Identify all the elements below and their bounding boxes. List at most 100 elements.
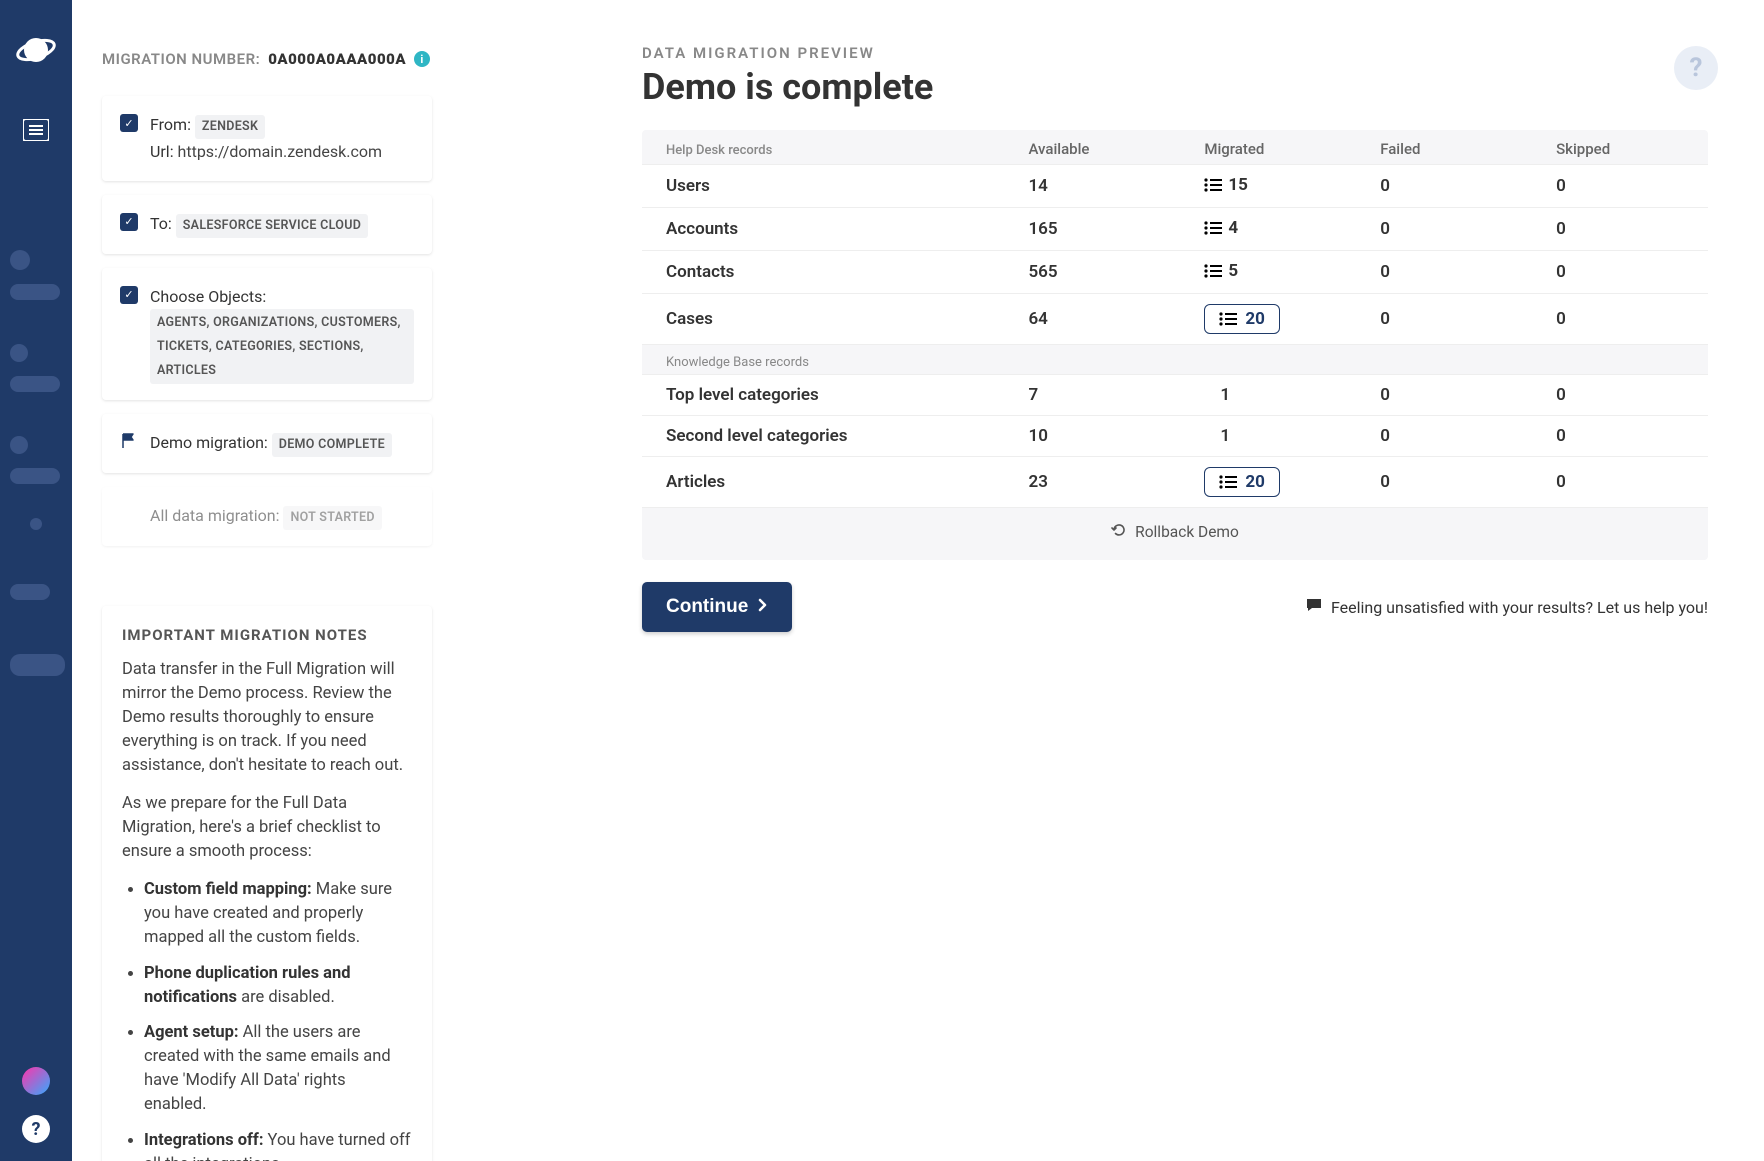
kb-table: Top level categories7100Second level cat… [642, 374, 1708, 508]
step-objects[interactable]: ✓ Choose Objects: AGENTS, ORGANIZATIONS,… [102, 268, 432, 401]
chat-icon [1305, 597, 1323, 617]
migrated-pill[interactable]: 20 [1204, 467, 1280, 497]
cell-skipped: 0 [1532, 375, 1708, 416]
feedback-text: Feeling unsatisfied with your results? L… [1331, 598, 1708, 617]
notes-item: Custom field mapping: Make sure you have… [144, 878, 412, 950]
table-row: Top level categories7100 [642, 375, 1708, 416]
cell-name: Accounts [642, 208, 1004, 251]
url-label: Url: [150, 142, 174, 161]
notes-item: Phone duplication rules and notification… [144, 962, 412, 1010]
notes-item: Agent setup: All the users are created w… [144, 1021, 412, 1117]
cell-migrated[interactable]: 20 [1180, 457, 1356, 508]
cell-failed: 0 [1356, 457, 1532, 508]
migration-number-value: 0A000A0AAA000A [268, 50, 406, 68]
cell-available: 23 [1005, 457, 1181, 508]
page-title: Demo is complete [642, 66, 1708, 108]
all-data-value: NOT STARTED [283, 506, 381, 530]
list-nav-icon[interactable] [21, 115, 51, 145]
help-icon[interactable]: ? [22, 1115, 50, 1143]
col-skipped: Skipped [1532, 130, 1708, 165]
cell-migrated[interactable]: 4 [1180, 208, 1356, 251]
cell-name: Top level categories [642, 375, 1005, 416]
table-row: Second level categories10100 [642, 416, 1708, 457]
feedback-link[interactable]: Feeling unsatisfied with your results? L… [1305, 597, 1708, 617]
preview-label: DATA MIGRATION PREVIEW [642, 44, 1708, 62]
migrated-link[interactable]: 15 [1204, 175, 1248, 195]
notes-item: Integrations off: You have turned off al… [144, 1129, 412, 1161]
kb-section-title: Knowledge Base records [642, 345, 1708, 374]
migrated-link[interactable]: 5 [1204, 261, 1238, 281]
notes-p2: As we prepare for the Full Data Migratio… [122, 792, 412, 864]
step-demo[interactable]: Demo migration: DEMO COMPLETE [102, 414, 432, 473]
cell-available: 64 [1004, 294, 1180, 345]
notes-list: Custom field mapping: Make sure you have… [122, 878, 412, 1161]
rollback-link[interactable]: Rollback Demo [1111, 522, 1239, 542]
cell-skipped: 0 [1532, 165, 1708, 208]
col-available: Available [1004, 130, 1180, 165]
cell-available: 14 [1004, 165, 1180, 208]
help-bubble-icon[interactable]: ? [1674, 46, 1718, 90]
info-icon[interactable]: i [414, 51, 430, 67]
all-data-label: All data migration: [150, 506, 280, 525]
records-table: Help Desk records Available Migrated Fai… [642, 130, 1708, 345]
cell-failed: 0 [1356, 375, 1532, 416]
col-migrated: Migrated [1180, 130, 1356, 165]
cell-available: 565 [1004, 251, 1180, 294]
table-row: Cases64 2000 [642, 294, 1708, 345]
col-failed: Failed [1356, 130, 1532, 165]
demo-value: DEMO COMPLETE [272, 433, 392, 457]
continue-label: Continue [666, 596, 748, 618]
rollback-label: Rollback Demo [1135, 523, 1239, 541]
to-value: SALESFORCE SERVICE CLOUD [176, 214, 368, 238]
left-panel: MIGRATION NUMBER: 0A000A0AAA000A i ✓ Fro… [72, 0, 462, 1161]
cell-failed: 0 [1356, 294, 1532, 345]
migration-number-label: MIGRATION NUMBER: [102, 50, 260, 68]
cell-skipped: 0 [1532, 251, 1708, 294]
migrated-link[interactable]: 4 [1204, 218, 1238, 238]
objects-value: AGENTS, ORGANIZATIONS, CUSTOMERS, TICKET… [150, 309, 414, 384]
table-row: Contacts565 5 00 [642, 251, 1708, 294]
col-records: Help Desk records [642, 130, 1004, 165]
cell-migrated[interactable]: 1 [1180, 416, 1356, 457]
undo-icon [1111, 522, 1127, 542]
main-content: ? DATA MIGRATION PREVIEW Demo is complet… [462, 0, 1764, 1161]
cell-skipped: 0 [1532, 457, 1708, 508]
rail-skeleton [10, 250, 65, 676]
cell-available: 165 [1004, 208, 1180, 251]
cell-skipped: 0 [1532, 416, 1708, 457]
cell-failed: 0 [1356, 416, 1532, 457]
flag-icon [120, 432, 138, 450]
cell-migrated[interactable]: 1 [1180, 375, 1356, 416]
migration-notes: IMPORTANT MIGRATION NOTES Data transfer … [102, 606, 432, 1161]
cell-skipped: 0 [1532, 208, 1708, 251]
migration-number: MIGRATION NUMBER: 0A000A0AAA000A i [102, 50, 432, 68]
chevron-right-icon [758, 596, 768, 618]
table-row: Accounts165 4 00 [642, 208, 1708, 251]
cell-name: Contacts [642, 251, 1004, 294]
check-icon: ✓ [120, 286, 138, 304]
cell-name: Second level categories [642, 416, 1005, 457]
check-icon: ✓ [120, 213, 138, 231]
demo-label: Demo migration: [150, 433, 268, 452]
step-all-data: All data migration: NOT STARTED [102, 487, 432, 546]
cell-migrated[interactable]: 15 [1180, 165, 1356, 208]
url-value: https://domain.zendesk.com [178, 142, 382, 161]
step-from[interactable]: ✓ From: ZENDESK Url: https://domain.zend… [102, 96, 432, 181]
app-logo-icon [16, 30, 56, 75]
notes-title: IMPORTANT MIGRATION NOTES [122, 626, 412, 644]
cell-failed: 0 [1356, 251, 1532, 294]
cell-available: 7 [1005, 375, 1181, 416]
records-panel: Help Desk records Available Migrated Fai… [642, 130, 1708, 560]
cell-failed: 0 [1356, 208, 1532, 251]
cell-migrated[interactable]: 20 [1180, 294, 1356, 345]
cell-migrated[interactable]: 5 [1180, 251, 1356, 294]
cell-name: Users [642, 165, 1004, 208]
cell-skipped: 0 [1532, 294, 1708, 345]
user-avatar[interactable] [22, 1067, 50, 1095]
step-to[interactable]: ✓ To: SALESFORCE SERVICE CLOUD [102, 195, 432, 254]
cell-name: Articles [642, 457, 1005, 508]
cell-failed: 0 [1356, 165, 1532, 208]
from-value: ZENDESK [195, 115, 265, 139]
migrated-pill[interactable]: 20 [1204, 304, 1280, 334]
continue-button[interactable]: Continue [642, 582, 792, 632]
